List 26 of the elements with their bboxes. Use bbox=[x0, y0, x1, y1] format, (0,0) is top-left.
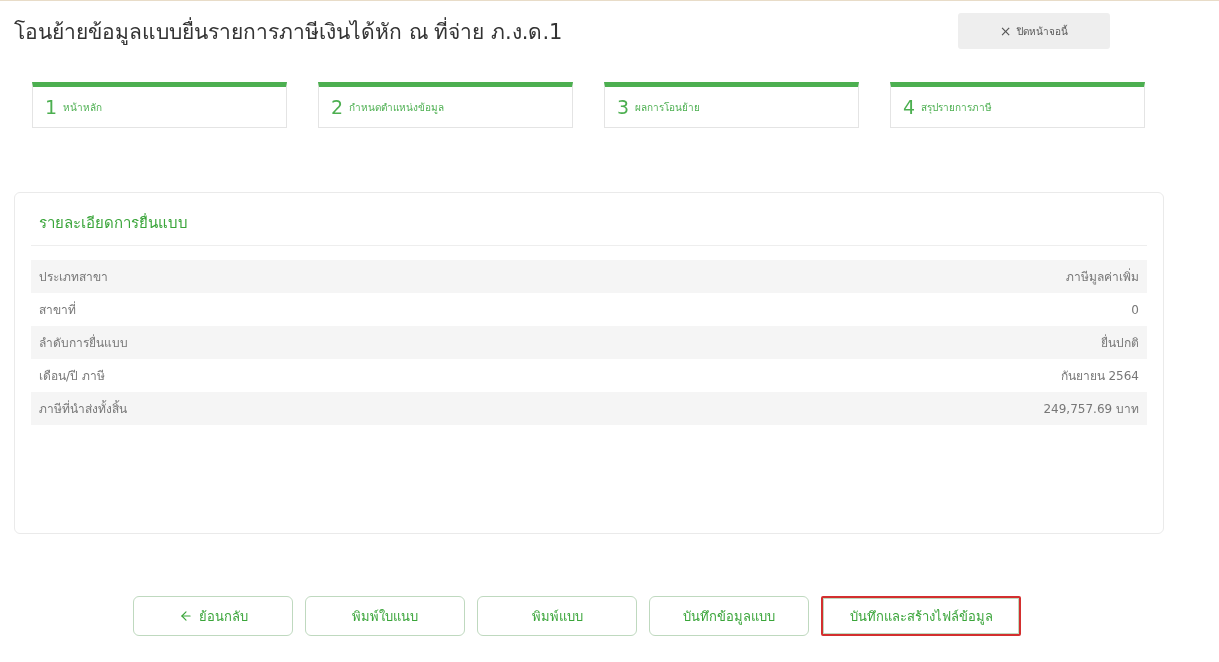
action-button[interactable]: พิมพ์ใบแนบ bbox=[305, 596, 465, 636]
row-value: 249,757.69 บาท bbox=[1043, 401, 1139, 418]
page-title: โอนย้ายข้อมูลแบบยื่นรายการภาษีเงินได้หัก ณ ที่จ่าย ภ.ง.ด.1 bbox=[14, 16, 563, 47]
step-label: ผลการโอนย้าย bbox=[635, 100, 701, 115]
step-number: 1 bbox=[45, 96, 58, 118]
step-number: 2 bbox=[331, 96, 344, 118]
action-button[interactable]: บันทึกข้อมูลแบบ bbox=[649, 596, 809, 636]
action-button[interactable]: พิมพ์แบบ bbox=[477, 596, 637, 636]
step-label: กำหนดตำแหน่งข้อมูล bbox=[349, 100, 445, 115]
close-screen-button[interactable]: × ปิดหน้าจอนี้ bbox=[958, 13, 1110, 49]
row-label: สาขาที่ bbox=[39, 300, 76, 319]
action-button[interactable]: บันทึกและสร้างไฟล์ข้อมูล bbox=[821, 596, 1021, 636]
row-label: เดือน/ปี ภาษี bbox=[39, 368, 105, 385]
row-value: ยื่นปกติ bbox=[1101, 333, 1139, 352]
row-label: ประเภทสาขา bbox=[39, 269, 108, 286]
step-number: 3 bbox=[617, 96, 630, 118]
step-number: 4 bbox=[903, 96, 916, 118]
row-value: ภาษีมูลค่าเพิ่ม bbox=[1066, 267, 1139, 286]
card-heading: รายละเอียดการยื่นแบบ bbox=[31, 207, 1147, 246]
step-label: หน้าหลัก bbox=[63, 100, 103, 115]
row-label: ภาษีที่นำส่งทั้งสิ้น bbox=[39, 399, 127, 418]
step-label: สรุปรายการภาษี bbox=[921, 100, 993, 115]
row-label: ลำดับการยื่นแบบ bbox=[39, 333, 128, 352]
row-value: กันยายน 2564 bbox=[1060, 368, 1139, 385]
back-button[interactable]: ย้อนกลับ bbox=[133, 596, 293, 636]
row-value: 0 bbox=[1131, 302, 1139, 317]
